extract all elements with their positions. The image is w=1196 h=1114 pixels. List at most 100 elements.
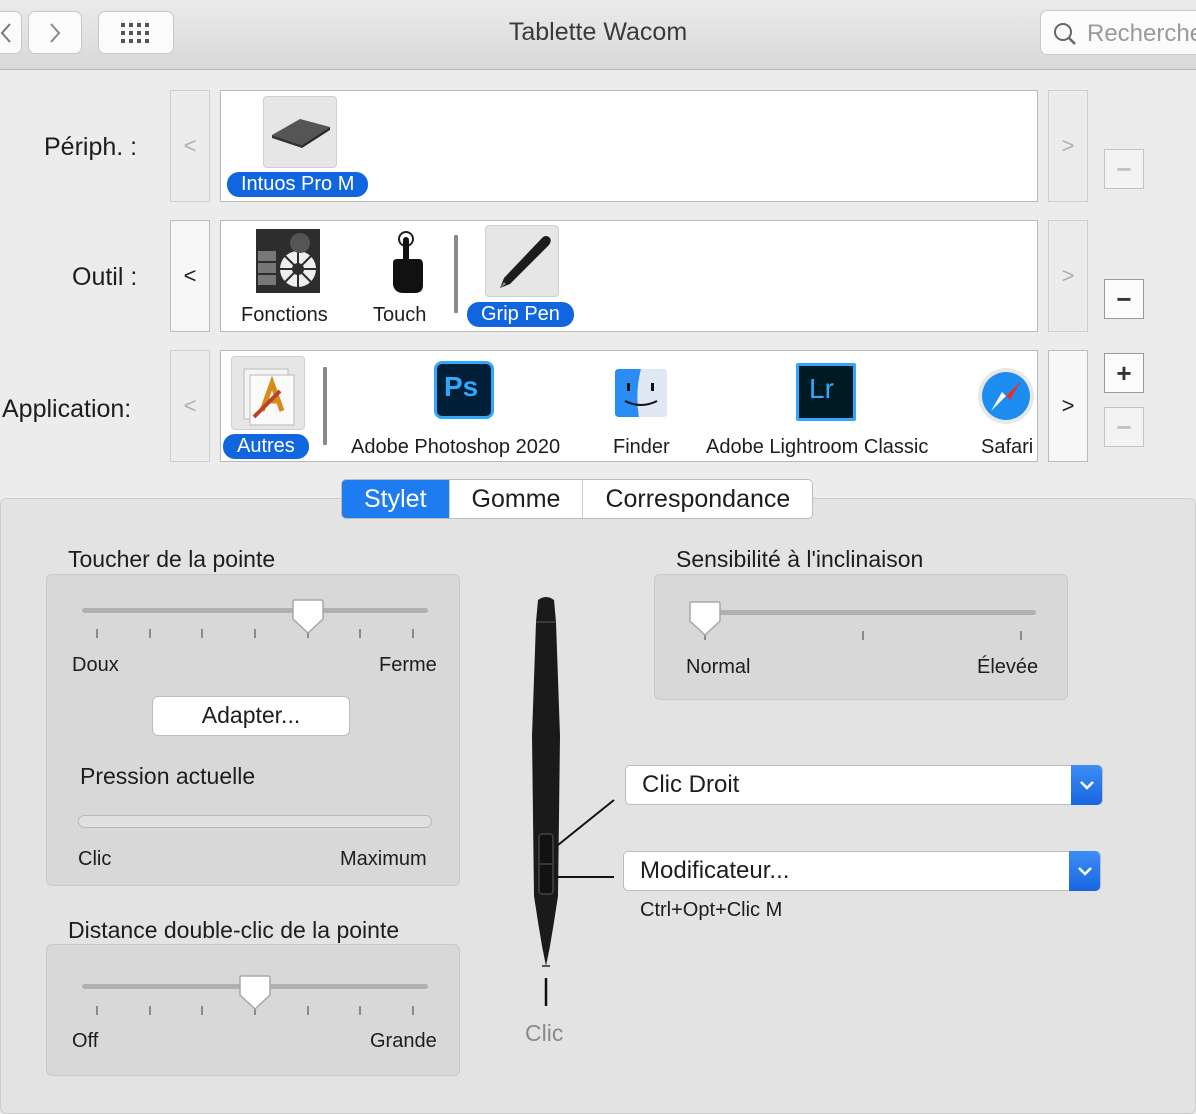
app-separator [323,367,327,445]
chevron-down-icon [1069,851,1100,891]
application-row-label: Application: [2,395,132,423]
tool-strip: Fonctions Touch Grip Pen [220,220,1038,332]
tool-item-label: Grip Pen [467,302,574,327]
tablet-icon [263,96,337,168]
app-item-label: Autres [223,434,309,459]
device-strip: Intuos Pro M [220,90,1038,202]
app-item-label: Adobe Photoshop 2020 [351,436,561,458]
tilt-slider-tick [862,631,864,640]
tilt-slider-tick [1020,631,1022,640]
tilt-group [654,574,1068,700]
tilt-title: Sensibilité à l'inclinaison [676,546,924,572]
tool-row-label: Outil : [72,263,138,291]
tip-feel-slider-tick [201,629,203,638]
tilt-max-label: Élevée [977,656,1039,678]
search-field[interactable]: Recherche [1040,10,1196,55]
remove-application-button[interactable]: − [1104,407,1144,447]
tip-feel-slider-tick [412,629,414,638]
upper-button-value: Clic Droit [642,771,740,798]
tool-item-label: Touch [373,304,427,326]
lower-button-value: Modificateur... [640,857,790,884]
device-scroll-right[interactable]: > [1048,90,1088,202]
double-click-slider-tick [149,1006,151,1015]
double-click-title: Distance double-clic de la pointe [68,917,400,943]
app-item-finder[interactable]: Finder [601,351,681,461]
add-application-button[interactable]: + [1104,353,1144,393]
app-item-label: Finder [613,436,670,458]
other-apps-icon [231,356,305,430]
device-scroll-left[interactable]: < [170,90,210,202]
tip-feel-title: Toucher de la pointe [68,546,276,572]
tip-feel-slider-tick [149,629,151,638]
tip-feel-max-label: Ferme [379,654,437,676]
tip-feel-slider-tick [254,629,256,638]
tool-scroll-left[interactable]: < [170,220,210,332]
tilt-slider-track[interactable] [690,610,1036,615]
device-row-label: Périph. : [44,133,138,161]
tip-feel-min-label: Doux [72,654,119,676]
current-pressure-bar [78,815,432,828]
tip-function-label: Clic [525,1020,564,1046]
device-item-intuos-pro-m[interactable]: Intuos Pro M [221,91,401,201]
tab-bar: Stylet Gomme Correspondance [341,479,814,519]
device-item-label: Intuos Pro M [227,172,369,197]
functions-icon [256,229,320,293]
upper-button-popup[interactable]: Clic Droit [625,765,1103,805]
app-item-photoshop[interactable]: Ps Adobe Photoshop 2020 [341,351,591,461]
double-click-slider-tick [359,1006,361,1015]
tool-item-grip-pen[interactable]: Grip Pen [465,221,585,331]
tool-item-label: Fonctions [241,304,328,326]
tool-item-fonctions[interactable]: Fonctions [221,221,351,331]
tip-leader-line [544,978,548,1006]
tab-correspondance[interactable]: Correspondance [583,480,812,518]
app-item-safari[interactable]: Safari [961,351,1037,461]
application-scroll-left[interactable]: < [170,350,210,462]
double-click-max-label: Grande [370,1030,437,1052]
tip-feel-slider-tick [96,629,98,638]
pen-icon [485,225,559,297]
double-click-slider-tick [201,1006,203,1015]
application-strip: Autres Ps Adobe Photoshop 2020 Finder Lr… [220,350,1038,462]
lightroom-icon-text: Lr [809,373,834,404]
touch-hand-icon [371,229,431,295]
window-title: Tablette Wacom [508,18,688,46]
app-item-label: Adobe Lightroom Classic [706,436,929,458]
application-scroll-right[interactable]: > [1048,350,1088,462]
current-pressure-title: Pression actuelle [80,763,256,789]
app-item-lightroom[interactable]: Lr Adobe Lightroom Classic [701,351,951,461]
tilt-slider-knob[interactable] [688,601,722,637]
app-item-label: Safari [981,436,1034,458]
app-item-autres[interactable]: Autres [221,351,321,461]
double-click-slider-tick [96,1006,98,1015]
safari-icon [977,367,1035,425]
photoshop-icon: Ps [434,361,494,419]
tip-feel-slider-knob[interactable] [291,599,325,635]
customize-button[interactable]: Adapter... [152,696,350,736]
lower-button-detail: Ctrl+Opt+Clic M [640,899,783,921]
finder-icon [613,367,669,419]
double-click-min-label: Off [72,1030,99,1052]
remove-tool-button[interactable]: − [1104,279,1144,319]
lower-button-popup[interactable]: Modificateur... [623,851,1101,891]
search-placeholder: Recherche [1087,20,1196,47]
pressure-max-label: Maximum [340,848,427,870]
tilt-min-label: Normal [686,656,751,678]
tool-scroll-right[interactable]: > [1048,220,1088,332]
title-bar: Tablette Wacom Recherche [0,0,1196,70]
tab-stylet[interactable]: Stylet [342,480,450,518]
tab-gomme[interactable]: Gomme [450,480,584,518]
tool-separator [454,235,458,313]
chevron-down-icon [1071,765,1102,805]
double-click-slider-knob[interactable] [238,975,272,1011]
button-leader-lines [557,799,615,878]
double-click-slider-tick [412,1006,414,1015]
double-click-slider-tick [307,1006,309,1015]
tool-item-touch[interactable]: Touch [361,221,441,331]
photoshop-icon-text: Ps [444,371,479,402]
pressure-min-label: Clic [78,848,112,870]
remove-device-button[interactable]: − [1104,149,1144,189]
tip-feel-slider-track[interactable] [82,608,428,613]
search-icon [1054,23,1076,45]
lightroom-icon: Lr [796,363,856,421]
tip-feel-slider-tick [359,629,361,638]
